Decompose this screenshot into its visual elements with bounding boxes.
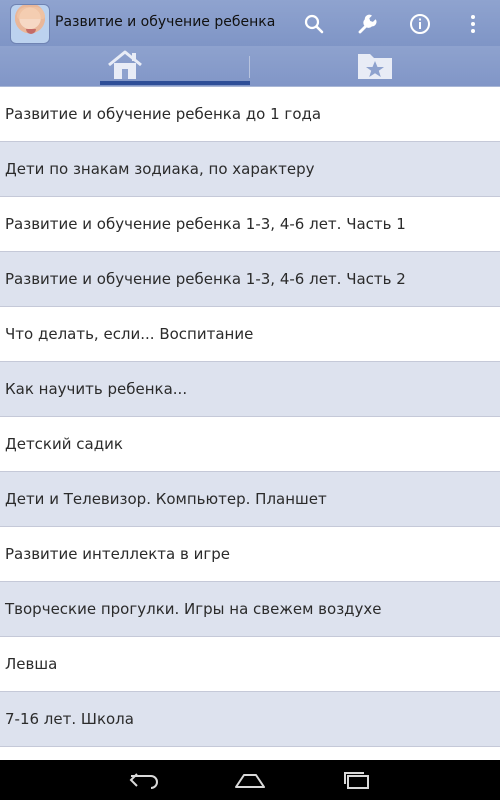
category-list: Развитие и обучение ребенка до 1 года Де… xyxy=(0,87,500,760)
list-item[interactable]: Как научить ребенка... xyxy=(0,362,500,417)
list-item[interactable]: Дети по знакам зодиака, по характеру xyxy=(0,142,500,197)
system-nav-bar xyxy=(0,760,500,800)
tab-bar xyxy=(0,46,500,87)
list-item-label: Развитие интеллекта в игре xyxy=(5,545,230,563)
wrench-icon[interactable] xyxy=(356,12,380,36)
info-icon[interactable] xyxy=(408,12,432,36)
list-item-label: 7-16 лет. Школа xyxy=(5,710,134,728)
selected-tab-indicator xyxy=(100,81,250,85)
list-item[interactable]: Развитие и обучение ребенка до 1 года xyxy=(0,87,500,142)
list-item-partial[interactable] xyxy=(0,747,500,760)
list-item[interactable]: Творческие прогулки. Игры на свежем возд… xyxy=(0,582,500,637)
overflow-menu-icon[interactable] xyxy=(461,12,485,36)
list-item[interactable]: Левша xyxy=(0,637,500,692)
list-item[interactable]: Развитие и обучение ребенка 1-3, 4-6 лет… xyxy=(0,252,500,307)
back-icon[interactable] xyxy=(127,768,161,792)
list-item[interactable]: Развитие интеллекта в игре xyxy=(0,527,500,582)
baby-photo-icon[interactable] xyxy=(10,4,50,44)
tab-favorites[interactable] xyxy=(250,46,500,87)
list-item-label: Дети и Телевизор. Компьютер. Планшет xyxy=(5,490,327,508)
favorites-folder-icon xyxy=(355,48,395,86)
list-item[interactable]: Развитие и обучение ребенка 1-3, 4-6 лет… xyxy=(0,197,500,252)
list-item-label: Левша xyxy=(5,655,58,673)
search-icon[interactable] xyxy=(302,12,326,36)
app-title: Развитие и обучение ребенка xyxy=(55,14,276,30)
list-item-label: Творческие прогулки. Игры на свежем возд… xyxy=(5,600,382,618)
recent-apps-icon[interactable] xyxy=(340,768,374,792)
list-item[interactable]: 7-16 лет. Школа xyxy=(0,692,500,747)
list-item[interactable]: Дети и Телевизор. Компьютер. Планшет xyxy=(0,472,500,527)
list-item[interactable]: Что делать, если... Воспитание xyxy=(0,307,500,362)
action-bar: Развитие и обучение ребенка xyxy=(0,0,500,46)
list-item-label: Развитие и обучение ребенка до 1 года xyxy=(5,105,322,123)
home-nav-icon[interactable] xyxy=(233,768,267,792)
list-item[interactable]: Детский садик xyxy=(0,417,500,472)
list-item-label: Развитие и обучение ребенка 1-3, 4-6 лет… xyxy=(5,215,406,233)
list-item-label: Как научить ребенка... xyxy=(5,380,188,398)
list-item-label: Что делать, если... Воспитание xyxy=(5,325,254,343)
list-item-label: Детский садик xyxy=(5,435,123,453)
list-item-label: Дети по знакам зодиака, по характеру xyxy=(5,160,315,178)
list-item-label: Развитие и обучение ребенка 1-3, 4-6 лет… xyxy=(5,270,406,288)
home-icon xyxy=(105,48,145,86)
